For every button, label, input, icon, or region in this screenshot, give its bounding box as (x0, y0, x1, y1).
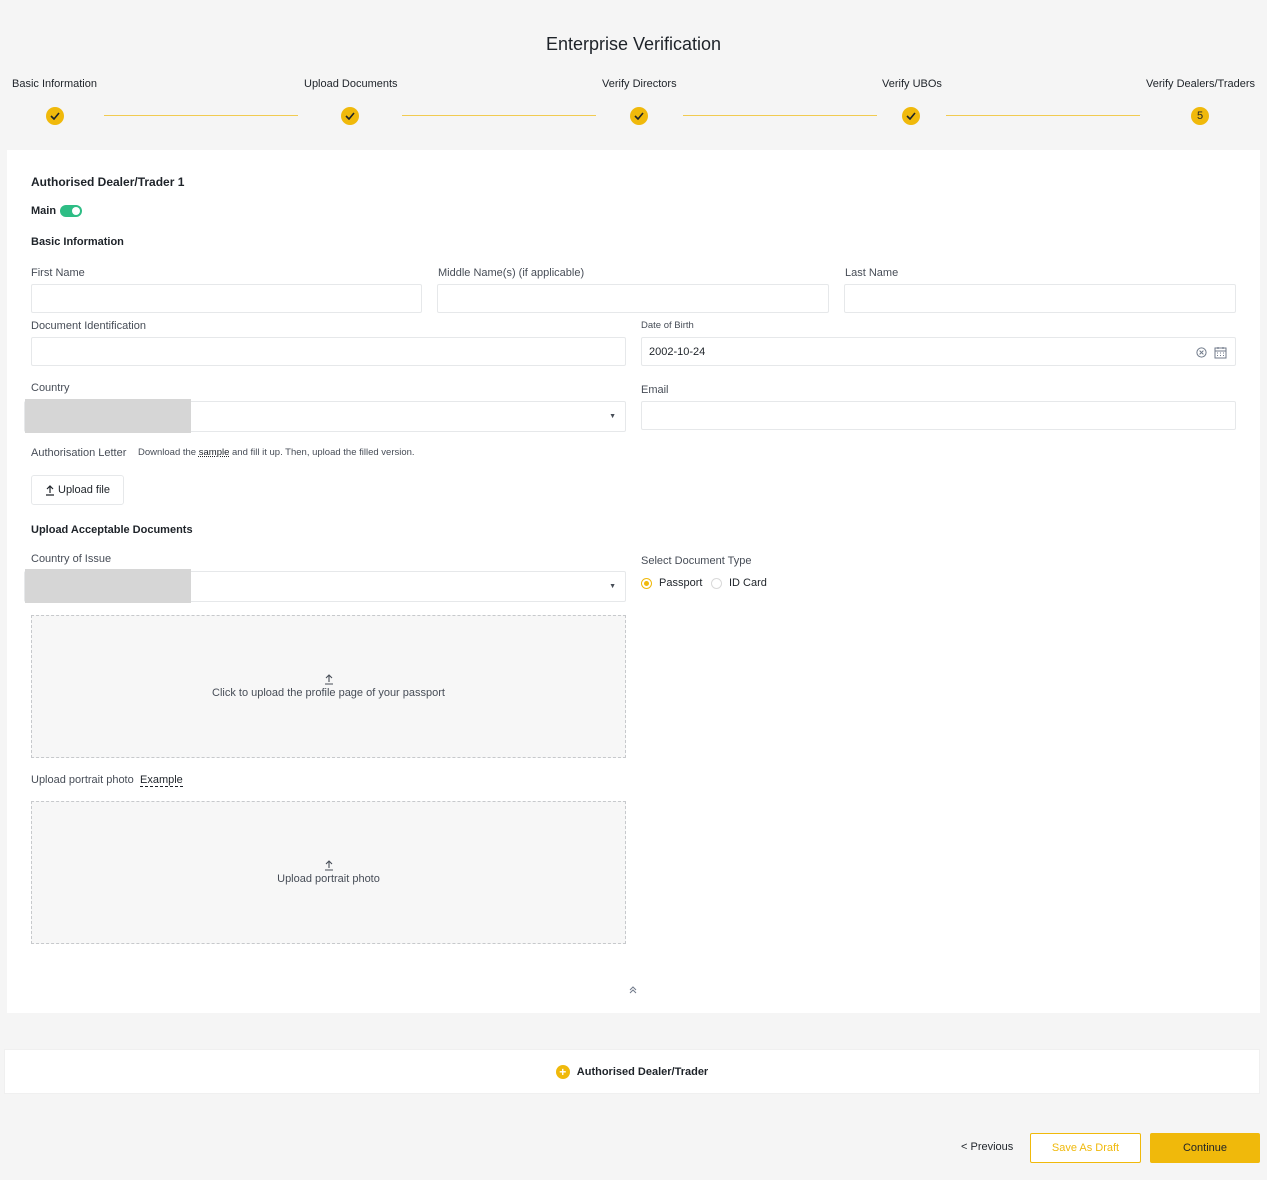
first-name-label: First Name (31, 267, 85, 279)
email-input[interactable] (641, 401, 1236, 430)
country-issue-value-redacted (25, 569, 191, 603)
middle-name-label: Middle Name(s) (if applicable) (438, 267, 585, 279)
continue-button[interactable]: Continue (1150, 1133, 1260, 1163)
upload-file-label: Upload file (58, 484, 110, 496)
check-icon (902, 107, 920, 125)
plus-circle-icon: + (555, 1064, 570, 1079)
id-card-option-label: ID Card (729, 577, 767, 589)
auth-letter-text-post: and fill it up. Then, upload the filled … (232, 447, 415, 458)
check-icon (630, 107, 648, 125)
main-toggle[interactable] (60, 205, 82, 217)
passport-radio[interactable] (641, 578, 652, 589)
dealer-form-card: Authorised Dealer/Trader 1 Main Basic In… (7, 150, 1260, 1013)
calendar-icon[interactable] (1214, 346, 1227, 359)
auth-letter-text-pre: Download the (138, 447, 197, 458)
passport-upload-dropzone[interactable]: Click to upload the profile page of your… (31, 615, 626, 758)
add-dealer-button[interactable]: + Authorised Dealer/Trader (4, 1049, 1260, 1094)
page-title: Enterprise Verification (545, 34, 722, 54)
step-label-upload-documents: Upload Documents (304, 78, 398, 90)
upload-icon (324, 674, 333, 685)
check-icon (341, 107, 359, 125)
country-select[interactable]: ▼ (24, 399, 626, 433)
main-label: Main (31, 205, 57, 217)
last-name-label: Last Name (845, 267, 899, 279)
upload-file-button[interactable]: Upload file (31, 475, 124, 505)
doc-type-label: Select Document Type (641, 555, 752, 567)
upload-icon (46, 484, 54, 496)
step-connector (683, 115, 877, 116)
add-dealer-label: Authorised Dealer/Trader (576, 1065, 709, 1078)
id-card-radio[interactable] (711, 578, 722, 589)
collapse-icon[interactable] (629, 986, 637, 994)
dob-input[interactable]: 2002-10-24 (641, 337, 1236, 366)
step-connector (402, 115, 596, 116)
save-as-draft-label: Save As Draft (1051, 1142, 1120, 1154)
email-label: Email (641, 384, 669, 396)
country-issue-select[interactable]: ▼ (24, 569, 626, 603)
country-issue-label: Country of Issue (31, 553, 112, 565)
basic-info-title: Basic Information (31, 236, 124, 248)
step-label-verify-ubos: Verify UBOs (882, 78, 942, 90)
chevron-down-icon: ▼ (609, 413, 616, 420)
step-label-verify-directors: Verify Directors (602, 78, 677, 90)
dob-label: Date of Birth (641, 320, 694, 331)
chevron-down-icon: ▼ (609, 583, 616, 590)
previous-button[interactable]: < Previous (961, 1141, 1013, 1153)
step-connector (104, 115, 298, 116)
last-name-input[interactable] (844, 284, 1236, 313)
portrait-upload-dropzone[interactable]: Upload portrait photo (31, 801, 626, 944)
upload-icon (324, 860, 333, 871)
step-connector (946, 115, 1140, 116)
country-label: Country (31, 382, 70, 394)
first-name-input[interactable] (31, 284, 422, 313)
step-number-badge: 5 (1191, 107, 1209, 125)
step-label-basic-information: Basic Information (12, 78, 97, 90)
sample-link[interactable]: sample (199, 447, 230, 458)
portrait-label: Upload portrait photo (31, 774, 134, 786)
country-value-redacted (25, 399, 191, 433)
passport-option-label: Passport (659, 577, 703, 589)
continue-label: Continue (1182, 1142, 1228, 1154)
document-id-label: Document Identification (31, 320, 146, 332)
portrait-example-link[interactable]: Example (140, 774, 183, 787)
dealer-section-title: Authorised Dealer/Trader 1 (31, 175, 185, 189)
passport-upload-text: Click to upload the profile page of your… (212, 687, 445, 699)
dob-value: 2002-10-24 (649, 346, 706, 358)
middle-name-input[interactable] (437, 284, 829, 313)
progress-stepper: Basic Information Upload Documents Verif… (0, 78, 1267, 138)
save-as-draft-button[interactable]: Save As Draft (1030, 1133, 1141, 1163)
clear-icon[interactable] (1196, 347, 1207, 358)
document-id-input[interactable] (31, 337, 626, 366)
auth-letter-instructions: Download the sample and fill it up. Then… (138, 447, 415, 458)
portrait-upload-text: Upload portrait photo (277, 873, 380, 885)
check-icon (46, 107, 64, 125)
step-label-verify-dealers-traders: Verify Dealers/Traders (1146, 78, 1256, 90)
acceptable-docs-title: Upload Acceptable Documents (31, 524, 193, 536)
auth-letter-label: Authorisation Letter (31, 447, 127, 459)
